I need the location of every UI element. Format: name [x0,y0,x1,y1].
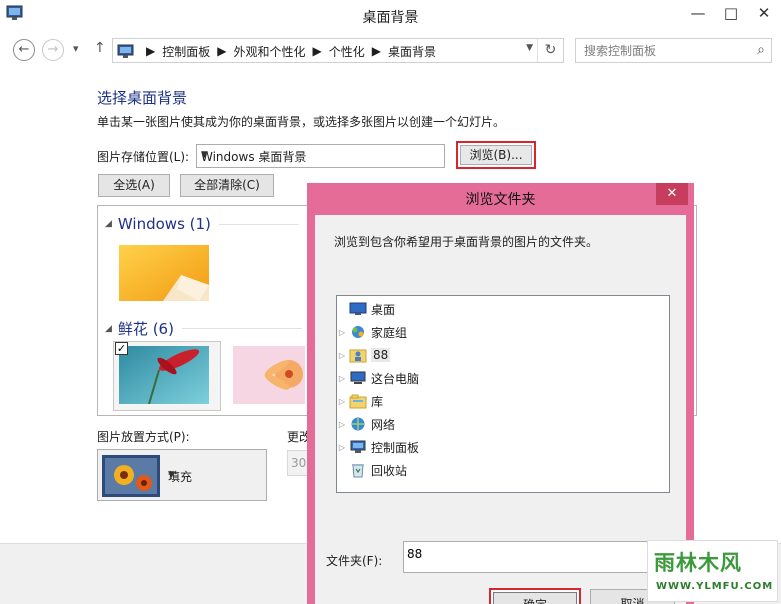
chevron-right-icon[interactable]: ▶ [217,44,226,58]
tree-item-desktop[interactable]: 桌面 [337,299,395,319]
picture-position-select[interactable]: 填充 ▼ [97,449,267,501]
user-folder-icon [349,349,367,363]
forward-button[interactable]: → [42,39,64,61]
group-name: 鲜花 (6) [117,320,174,338]
watermark-url: WWW.YLMFU.COM [656,581,774,592]
chevron-right-icon: ▶ [146,44,156,58]
breadcrumb-appearance[interactable]: 外观和个性化 [233,43,305,60]
desktop-icon [349,302,367,315]
expand-icon[interactable]: ▷ [337,397,347,406]
folder-tree[interactable]: 桌面 ▷ 家庭组 ▷ 88 ▷ 这台电脑 ▷ 库 ▷ 网络 ▷ 控制面板 回收站 [336,295,670,493]
window-title-bar: 桌面背景 — □ ✕ [0,0,781,34]
watermark-text: 雨林木风 [654,551,742,575]
group-name: Windows (1) [117,215,211,233]
recent-pages-dropdown[interactable]: ▾ [73,42,79,55]
tree-item-this-pc[interactable]: ▷ 这台电脑 [337,368,419,388]
fill-preview-icon [102,455,160,497]
group-header-flowers[interactable]: ◢ 鲜花 (6) [97,318,302,339]
browse-button-highlight: 浏览(B)... [456,141,536,169]
page-subtitle: 单击某一张图片使其成为你的桌面背景，或选择多张图片以创建一个幻灯片。 [97,115,506,129]
folder-label: 文件夹(F): [326,554,383,568]
location-label: 图片存储位置(L): [97,150,190,164]
computer-icon [350,371,366,384]
back-button[interactable]: ← [13,39,35,61]
browse-folder-dialog: 浏览文件夹 ✕ 浏览到包含你希望用于桌面背景的图片的文件夹。 桌面 ▷ 家庭组 [307,183,694,604]
dialog-close-button[interactable]: ✕ [656,183,688,205]
page-title: 选择桌面背景 [97,89,188,107]
search-icon[interactable]: ⌕ [757,42,765,58]
tree-item-recycle-bin[interactable]: 回收站 [337,460,407,480]
ok-button-highlight: 确定 [489,588,581,604]
search-input[interactable] [584,40,744,62]
refresh-button[interactable]: ↻ [537,39,563,62]
breadcrumb-desktop-background[interactable]: 桌面背景 [388,43,436,60]
wallpaper-thumbnail-windows[interactable] [119,245,209,301]
dialog-body: 浏览到包含你希望用于桌面背景的图片的文件夹。 桌面 ▷ 家庭组 ▷ 88 ▷ 这… [315,215,686,604]
divider [181,328,302,329]
expand-icon[interactable]: ▷ [337,443,347,452]
control-panel-icon [117,44,134,58]
picture-position-label: 图片放置方式(P): [97,430,190,444]
breadcrumb-control-panel[interactable]: 控制面板 [162,43,210,60]
thumbnail-checkbox[interactable]: ✓ [115,342,128,355]
group-header-windows[interactable]: ◢ Windows (1) [97,215,299,233]
chevron-right-icon[interactable]: ▶ [372,44,381,58]
folder-field[interactable] [403,541,669,573]
breadcrumb: ▶ 控制面板 ▶ 外观和个性化 ▶ 个性化 ▶ 桌面背景 [117,42,436,60]
dialog-description: 浏览到包含你希望用于桌面背景的图片的文件夹。 [334,235,599,249]
location-select[interactable]: Windows 桌面背景 ▼ [196,144,445,168]
browse-button[interactable]: 浏览(B)... [460,145,532,165]
minimize-button[interactable]: — [681,0,715,26]
expand-icon[interactable]: ▷ [337,328,347,337]
expand-icon[interactable]: ▷ [337,351,347,360]
ok-button[interactable]: 确定 [493,592,577,604]
divider [218,223,299,225]
maximize-button[interactable]: □ [714,0,748,26]
chevron-down-icon: ▼ [168,470,175,480]
tree-item-libraries[interactable]: ▷ 库 [337,391,383,411]
dialog-title: 浏览文件夹 [465,192,536,208]
chevron-down-icon: ▼ [201,150,208,160]
chevron-down-icon[interactable]: ▼ [526,43,533,53]
address-bar[interactable]: ▶ 控制面板 ▶ 外观和个性化 ▶ 个性化 ▶ 桌面背景 ▼ ↻ [112,38,564,63]
wallpaper-thumbnail-flower-1[interactable] [119,346,209,404]
expand-icon[interactable]: ▷ [337,420,347,429]
window-title: 桌面背景 [362,10,419,26]
chevron-right-icon[interactable]: ▶ [313,44,322,58]
network-icon [351,417,365,431]
expand-icon[interactable]: ▷ [337,374,347,383]
search-box[interactable]: ⌕ [575,38,772,63]
clear-all-button[interactable]: 全部清除(C) [180,174,274,197]
control-panel-icon [350,440,366,453]
tree-item-homegroup[interactable]: ▷ 家庭组 [337,322,407,342]
navigation-bar: ← → ▾ ↑ ▶ 控制面板 ▶ 外观和个性化 ▶ 个性化 ▶ 桌面背景 ▼ ↻… [0,36,781,66]
collapse-icon[interactable]: ◢ [105,219,112,229]
watermark-logo: 雨林木风 WWW.YLMFU.COM [647,540,778,602]
select-all-button[interactable]: 全选(A) [98,174,170,197]
folder-input[interactable] [407,544,657,564]
tree-item-network[interactable]: ▷ 网络 [337,414,395,434]
collapse-icon[interactable]: ◢ [105,324,112,334]
interval-select[interactable]: 30 [287,450,309,476]
tree-item-user-88[interactable]: ▷ 88 [337,345,391,365]
wallpaper-thumbnail-flower-2[interactable] [233,346,305,404]
recycle-bin-icon [352,464,364,478]
breadcrumb-personalization[interactable]: 个性化 [329,43,365,60]
library-icon [349,394,367,409]
up-button[interactable]: ↑ [94,40,106,56]
tree-item-control-panel[interactable]: ▷ 控制面板 [337,437,419,457]
homegroup-icon [352,326,364,338]
close-button[interactable]: ✕ [747,0,781,26]
